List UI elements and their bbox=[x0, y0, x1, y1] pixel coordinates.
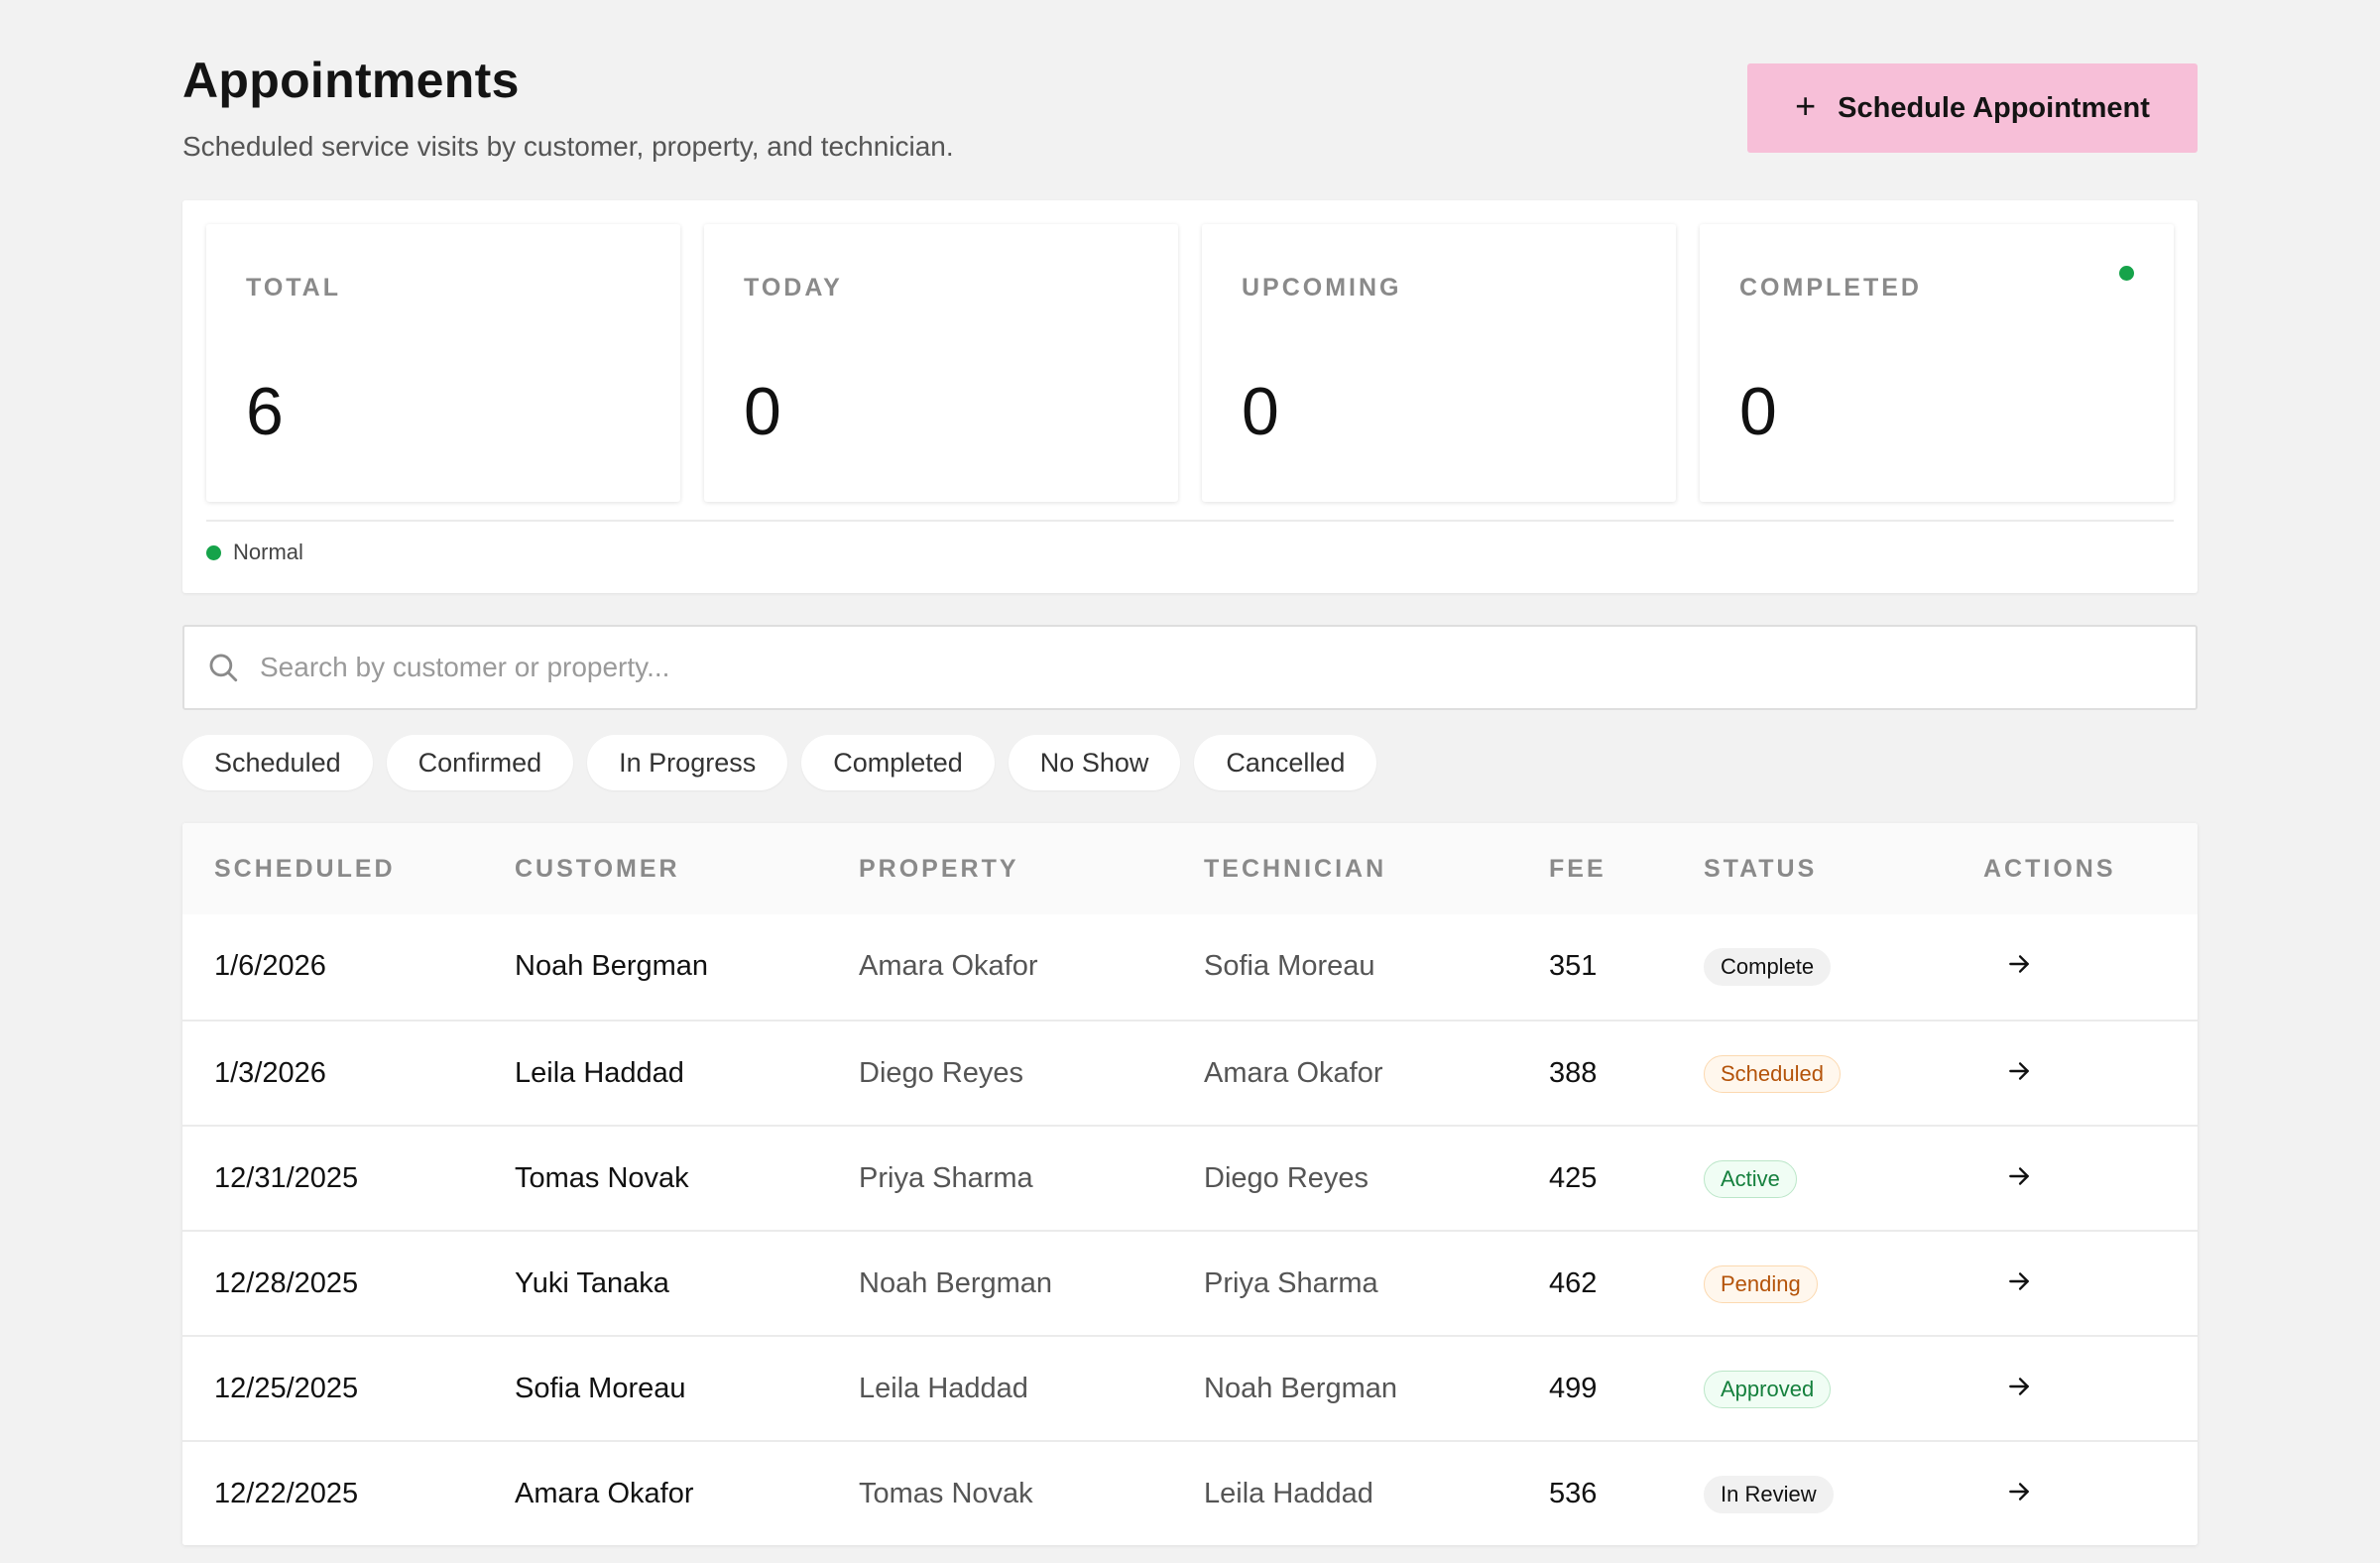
cell-technician: Diego Reyes bbox=[1204, 1162, 1369, 1194]
cell-technician: Priya Sharma bbox=[1204, 1267, 1378, 1299]
cell-scheduled: 12/22/2025 bbox=[214, 1478, 359, 1509]
table-row[interactable]: 12/25/2025 Sofia Moreau Leila Haddad Noah B… bbox=[182, 1335, 2198, 1440]
table-row[interactable]: 12/22/2025 Amara Okafor Tomas Novak Leila H… bbox=[182, 1440, 2198, 1545]
stat-card-total: TOTAL 6 bbox=[206, 224, 680, 502]
legend-label: Normal bbox=[233, 540, 303, 564]
cell-scheduled: 1/6/2026 bbox=[214, 950, 326, 982]
cell-customer: Yuki Tanaka bbox=[515, 1267, 669, 1299]
cell-property: Leila Haddad bbox=[859, 1373, 1028, 1404]
cell-customer: Noah Bergman bbox=[515, 950, 709, 982]
table-row[interactable]: 1/6/2026 Noah Bergman Amara Okafor Sofia Mo… bbox=[182, 914, 2198, 1020]
stat-value: 0 bbox=[1739, 374, 1777, 449]
column-header-fee[interactable]: FEE bbox=[1549, 855, 1606, 884]
filter-chip-completed[interactable]: Completed bbox=[801, 735, 995, 790]
cell-customer: Sofia Moreau bbox=[515, 1373, 686, 1404]
cell-scheduled: 12/31/2025 bbox=[214, 1162, 359, 1194]
table-header: SCHEDULED CUSTOMER PROPERTY TECHNICIAN F… bbox=[182, 823, 2198, 914]
status-dot-icon bbox=[2119, 266, 2134, 281]
stat-card-today: TODAY 0 bbox=[704, 224, 1178, 502]
appointments-table: SCHEDULED CUSTOMER PROPERTY TECHNICIAN F… bbox=[182, 823, 2198, 1545]
status-badge: Scheduled bbox=[1704, 1055, 1841, 1093]
cell-property: Noah Bergman bbox=[859, 1267, 1053, 1299]
arrow-right-icon bbox=[2009, 1272, 2029, 1290]
page-subtitle: Scheduled service visits by customer, pr… bbox=[182, 131, 954, 162]
stat-value: 6 bbox=[246, 374, 284, 449]
status-legend: Normal bbox=[206, 540, 303, 565]
cell-property: Priya Sharma bbox=[859, 1162, 1033, 1194]
column-header-scheduled[interactable]: SCHEDULED bbox=[214, 855, 396, 884]
column-header-customer[interactable]: CUSTOMER bbox=[515, 855, 680, 884]
stat-card-completed: COMPLETED 0 bbox=[1700, 224, 2174, 502]
status-badge: Active bbox=[1704, 1160, 1797, 1198]
row-action-button[interactable] bbox=[1999, 1156, 2039, 1196]
arrow-right-icon bbox=[2009, 1378, 2029, 1395]
filter-chip-no-show[interactable]: No Show bbox=[1008, 735, 1181, 790]
plus-icon: + bbox=[1795, 85, 1817, 126]
filter-chip-in-progress[interactable]: In Progress bbox=[587, 735, 788, 790]
cell-customer: Amara Okafor bbox=[515, 1478, 694, 1509]
stat-label: COMPLETED bbox=[1739, 274, 1922, 301]
status-badge: Pending bbox=[1704, 1265, 1818, 1303]
column-header-actions: ACTIONS bbox=[1983, 855, 2116, 883]
cell-technician: Sofia Moreau bbox=[1204, 950, 1375, 982]
search-input[interactable] bbox=[260, 627, 2144, 708]
table-row[interactable]: 12/31/2025 Tomas Novak Priya Sharma Diego R… bbox=[182, 1125, 2198, 1230]
table-row[interactable]: 12/28/2025 Yuki Tanaka Noah Bergman Priya S… bbox=[182, 1230, 2198, 1335]
table-row[interactable]: 1/3/2026 Leila Haddad Diego Reyes Amara Oka… bbox=[182, 1020, 2198, 1125]
cell-fee: 425 bbox=[1549, 1162, 1598, 1194]
column-header-property[interactable]: PROPERTY bbox=[859, 855, 1019, 884]
schedule-appointment-button[interactable]: + Schedule Appointment bbox=[1747, 63, 2198, 153]
filter-chip-confirmed[interactable]: Confirmed bbox=[386, 735, 574, 790]
status-badge: In Review bbox=[1704, 1476, 1834, 1513]
stat-label: TODAY bbox=[744, 274, 843, 301]
row-action-button[interactable] bbox=[1999, 1367, 2039, 1406]
page-title: Appointments bbox=[182, 53, 520, 108]
table-body: 1/6/2026 Noah Bergman Amara Okafor Sofia Mo… bbox=[182, 914, 2198, 1545]
cell-property: Tomas Novak bbox=[859, 1478, 1033, 1509]
cell-scheduled: 1/3/2026 bbox=[214, 1057, 326, 1089]
stat-card-upcoming: UPCOMING 0 bbox=[1202, 224, 1676, 502]
row-action-button[interactable] bbox=[1999, 1262, 2039, 1301]
column-header-status[interactable]: STATUS bbox=[1704, 855, 1817, 884]
legend-dot-icon bbox=[206, 544, 221, 560]
status-badge: Approved bbox=[1704, 1371, 1832, 1408]
appointments-page: Appointments Scheduled service visits by… bbox=[182, 0, 2198, 1545]
page-header: Appointments Scheduled service visits by… bbox=[182, 0, 2198, 198]
cell-technician: Noah Bergman bbox=[1204, 1373, 1398, 1404]
stat-label: TOTAL bbox=[246, 274, 342, 301]
cell-fee: 351 bbox=[1549, 950, 1598, 982]
row-action-button[interactable] bbox=[1999, 1051, 2039, 1091]
cell-fee: 499 bbox=[1549, 1373, 1598, 1404]
cell-fee: 388 bbox=[1549, 1057, 1598, 1089]
filter-chip-scheduled[interactable]: Scheduled bbox=[182, 735, 373, 790]
status-badge: Complete bbox=[1704, 948, 1832, 986]
stat-value: 0 bbox=[744, 374, 781, 449]
cell-scheduled: 12/25/2025 bbox=[214, 1373, 359, 1404]
arrow-right-icon bbox=[2009, 955, 2029, 973]
arrow-right-icon bbox=[2009, 1062, 2029, 1080]
cell-technician: Amara Okafor bbox=[1204, 1057, 1383, 1089]
status-filter-chips: Scheduled Confirmed In Progress Complete… bbox=[182, 735, 1377, 790]
cell-fee: 536 bbox=[1549, 1478, 1598, 1509]
search-icon bbox=[209, 654, 238, 682]
stat-value: 0 bbox=[1242, 374, 1279, 449]
row-action-button[interactable] bbox=[1999, 944, 2039, 984]
cell-fee: 462 bbox=[1549, 1267, 1598, 1299]
cell-scheduled: 12/28/2025 bbox=[214, 1267, 359, 1299]
cell-customer: Leila Haddad bbox=[515, 1057, 684, 1089]
filter-chip-cancelled[interactable]: Cancelled bbox=[1194, 735, 1377, 790]
stats-panel: TOTAL 6 TODAY 0 UPCOMING 0 COMPLETED 0 N… bbox=[182, 200, 2198, 593]
search-box bbox=[182, 625, 2198, 710]
stats-divider bbox=[206, 520, 2174, 522]
arrow-right-icon bbox=[2009, 1483, 2029, 1501]
cell-property: Amara Okafor bbox=[859, 950, 1038, 982]
column-header-technician[interactable]: TECHNICIAN bbox=[1204, 855, 1386, 884]
arrow-right-icon bbox=[2009, 1167, 2029, 1185]
cell-property: Diego Reyes bbox=[859, 1057, 1024, 1089]
cell-technician: Leila Haddad bbox=[1204, 1478, 1373, 1509]
cell-customer: Tomas Novak bbox=[515, 1162, 689, 1194]
stat-label: UPCOMING bbox=[1242, 274, 1402, 301]
schedule-appointment-label: Schedule Appointment bbox=[1838, 91, 2150, 124]
row-action-button[interactable] bbox=[1999, 1472, 2039, 1511]
